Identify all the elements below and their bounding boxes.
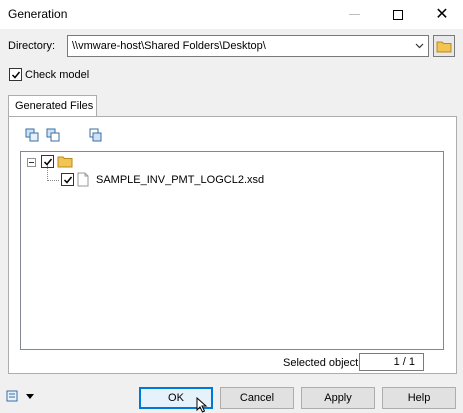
close-icon: ✕ (435, 5, 449, 23)
selected-objects-count: 1 / 1 (359, 353, 424, 371)
tree-file-node[interactable]: SAMPLE_INV_PMT_LOGCL2.xsd (61, 172, 264, 187)
file-name: SAMPLE_INV_PMT_LOGCL2.xsd (96, 173, 265, 186)
tree-connector (47, 180, 59, 181)
generated-files-tree[interactable]: SAMPLE_INV_PMT_LOGCL2.xsd (20, 151, 444, 350)
chevron-down-icon[interactable] (411, 36, 428, 56)
checkmark-icon (63, 176, 72, 184)
options-icon (6, 390, 18, 402)
directory-label: Directory: (8, 40, 56, 52)
tab-generated-files[interactable]: Generated Files (8, 95, 97, 117)
maximize-icon (393, 9, 403, 20)
minimize-button[interactable] (332, 0, 376, 29)
filter-selection-icon[interactable] (88, 128, 102, 142)
maximize-button[interactable] (376, 0, 420, 29)
directory-value[interactable]: \\vmware-host\Shared Folders\Desktop\ (72, 40, 266, 52)
check-model-label: Check model (25, 68, 90, 81)
minimize-icon (348, 14, 360, 15)
close-button[interactable]: ✕ (420, 0, 463, 29)
check-model-checkbox[interactable] (9, 68, 22, 81)
dropdown-arrow-icon (26, 393, 34, 399)
tree-root-node[interactable] (41, 155, 73, 168)
apply-button[interactable]: Apply (301, 387, 375, 409)
checkmark-icon (11, 71, 20, 79)
generation-dialog: Generation ✕ Directory: \\vmware-host\Sh… (0, 0, 463, 413)
mouse-cursor-icon (196, 397, 208, 413)
check-model-option[interactable]: Check model (9, 68, 89, 81)
folder-icon (436, 41, 452, 53)
generated-files-panel: SAMPLE_INV_PMT_LOGCL2.xsd Selected objec… (8, 116, 457, 374)
options-dropdown-button[interactable] (6, 389, 34, 403)
directory-combobox[interactable]: \\vmware-host\Shared Folders\Desktop\ (67, 35, 429, 57)
file-checkbox[interactable] (61, 173, 74, 186)
tree-connector (47, 165, 48, 181)
cancel-button[interactable]: Cancel (220, 387, 294, 409)
folder-icon (57, 156, 73, 168)
select-all-icon[interactable] (25, 128, 39, 142)
deselect-all-icon[interactable] (46, 128, 60, 142)
collapse-icon[interactable] (27, 158, 36, 167)
help-button[interactable]: Help (382, 387, 456, 409)
browse-directory-button[interactable] (433, 35, 455, 57)
file-icon (77, 172, 89, 187)
title-bar: Generation ✕ (0, 0, 463, 29)
window-title: Generation (8, 7, 68, 21)
